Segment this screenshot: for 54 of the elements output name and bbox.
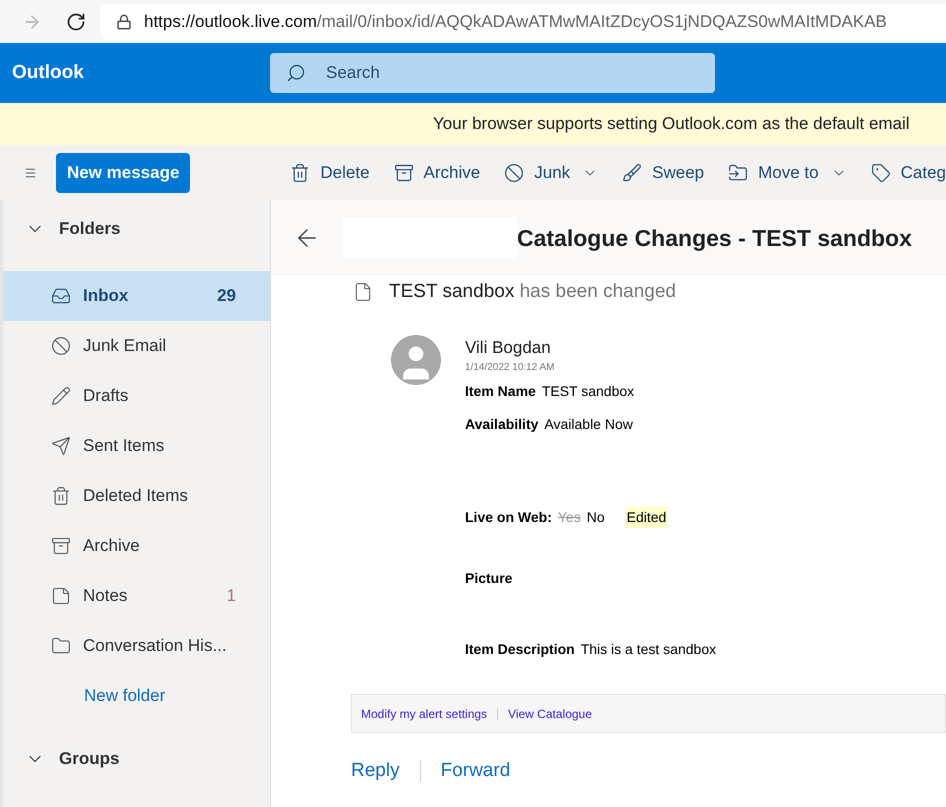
edited-badge: Edited (624, 507, 668, 528)
toolbar-button[interactable]: Delete (290, 160, 370, 186)
folders-heading: Folders (59, 218, 120, 240)
folder-item[interactable]: Deleted Items (3, 471, 270, 521)
address-bar[interactable]: https://outlook.live.com/mail/0/inbox/id/AQQkADAwATMwMAItZDcyOS1jNDQAZS0wMAItMDAKAB (100, 4, 946, 40)
folder-label: Drafts (83, 385, 130, 408)
folder-label: Deleted Items (83, 485, 189, 508)
message-summary: TEST sandbox has been changed (389, 280, 676, 304)
field-label: Item Description (465, 640, 575, 659)
field-value: TEST sandbox (542, 382, 634, 401)
folder-item[interactable]: Conversation His... (3, 621, 270, 671)
old-value: Yes (558, 508, 581, 527)
folder-item[interactable]: Sent Items (3, 421, 270, 471)
field-value: This is a test sandbox (580, 640, 716, 659)
url-text: https://outlook.live.com/mail/0/inbox/id/AQQkADAwATMwMAItZDcyOS1jNDQAZS0wMAItMDAKAB (144, 10, 887, 33)
field-value: Available Now (544, 415, 633, 434)
groups-header[interactable]: Groups (3, 734, 270, 784)
message-action-button[interactable]: Reply (351, 757, 400, 786)
toolbar-button[interactable]: Junk (504, 160, 598, 186)
message-subject: Catalogue Changes - TEST sandbox (517, 224, 912, 253)
toolbar-button[interactable]: Sweep (622, 160, 704, 186)
footer-link[interactable]: Modify my alert settings (361, 704, 488, 722)
groups-heading: Groups (59, 748, 120, 770)
folders-header[interactable]: Folders (3, 200, 270, 258)
folder-item[interactable]: Notes 1 (3, 571, 270, 621)
new-message-button[interactable]: New message (56, 152, 190, 192)
message-date: 1/14/2022 10:12 AM (465, 361, 556, 375)
toolbar-button[interactable]: Categ (870, 160, 946, 186)
folder-item[interactable]: Archive (3, 521, 270, 571)
footer-link[interactable]: View Catalogue (508, 704, 592, 722)
field-label: Live on Web: (465, 508, 552, 527)
folder-label: Sent Items (83, 435, 166, 458)
field-value: No (586, 508, 605, 527)
folder-label: Junk Email (83, 335, 168, 358)
folder-item[interactable]: Junk Email (3, 321, 270, 371)
search-field[interactable]: Search (270, 53, 715, 93)
folder-label: Archive (83, 535, 141, 558)
folder-item[interactable]: Inbox 29 (3, 271, 270, 321)
sender-name: Vili Bogdan (465, 336, 552, 358)
folder-item[interactable]: Drafts (3, 371, 270, 421)
field-label: Item Name (465, 382, 536, 401)
unread-count: 29 (217, 285, 236, 308)
toolbar-button[interactable]: Move to (728, 160, 847, 186)
field-label: Availability (465, 415, 538, 434)
new-folder-link[interactable]: New folder (3, 671, 270, 721)
unread-count: 1 (226, 585, 236, 608)
field-label: Picture (465, 569, 512, 588)
message-action-button[interactable]: Forward (440, 757, 510, 786)
banner-text: Your browser supports setting Outlook.com as the default email (433, 113, 910, 136)
folder-label: Inbox (83, 285, 130, 308)
folder-label: Notes (83, 585, 128, 608)
toolbar-button[interactable]: Archive (394, 160, 480, 186)
app-name: Outlook (12, 60, 85, 85)
folder-label: Conversation His... (83, 635, 228, 658)
